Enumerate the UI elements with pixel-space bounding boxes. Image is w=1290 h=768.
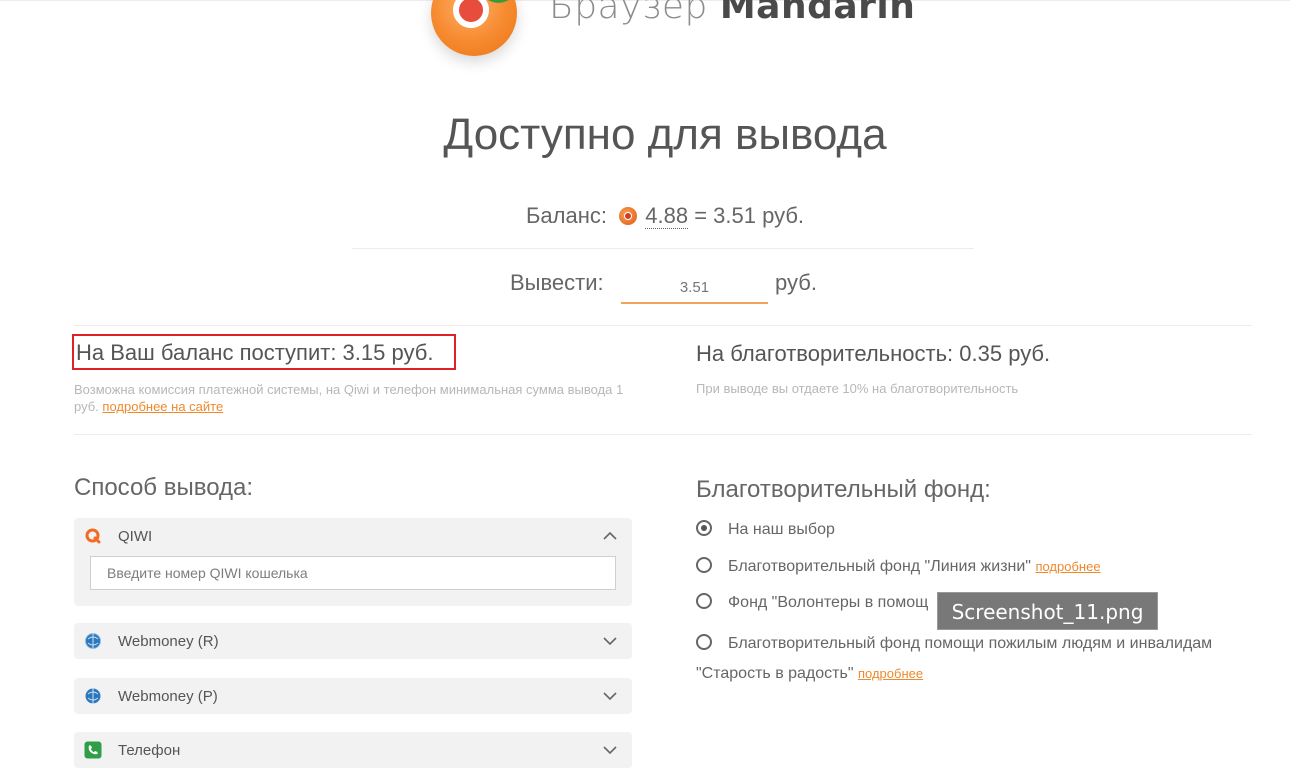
charity-title: Благотворительный фонд: (696, 476, 991, 503)
receive-amount: На Ваш баланс поступит: 3.15 руб. (72, 334, 456, 370)
charity-more-link[interactable]: подробнее (1035, 559, 1100, 574)
method-webmoney-r[interactable]: Webmoney (R) (74, 623, 632, 659)
balance-row: Баланс: 4.88 = 3.51 руб. (0, 203, 1290, 229)
method-qiwi-body (74, 554, 632, 602)
charity-note: При выводе вы отдаете 10% на благотворит… (696, 381, 1019, 396)
charity-option-label: Фонд "Волонтеры в помощ (728, 594, 929, 611)
method-webmoney-p-header[interactable]: Webmoney (P) (74, 678, 632, 714)
webmoney-icon (84, 687, 102, 705)
charity-option-label: На наш выбор (728, 521, 835, 538)
radio-checked-icon[interactable] (696, 520, 712, 536)
charity-option-label: Благотворительный фонд помощи пожилым лю… (728, 635, 1213, 652)
withdraw-amount-input[interactable] (621, 272, 768, 304)
receive-note: Возможна комиссия платежной системы, на … (74, 381, 634, 415)
divider (74, 325, 1252, 326)
filename-tooltip: Screenshot_11.png (937, 592, 1158, 630)
method-phone[interactable]: Телефон (74, 732, 632, 768)
balance-rub: = 3.51 руб. (694, 203, 805, 228)
method-qiwi: QIWI (74, 518, 632, 606)
qiwi-icon (84, 527, 102, 545)
qiwi-wallet-input[interactable] (90, 556, 616, 590)
webmoney-icon (84, 632, 102, 650)
charity-option-life-line[interactable]: Благотворительный фонд "Линия жизни" под… (696, 557, 1101, 576)
method-label: Телефон (118, 741, 181, 759)
charity-amount: На благотворительность: 0.35 руб. (696, 341, 1051, 366)
more-on-site-link[interactable]: подробнее на сайте (102, 399, 223, 414)
charity-option-our-choice[interactable]: На наш выбор (696, 520, 835, 539)
divider (74, 434, 1252, 435)
charity-option-volunteers[interactable]: Фонд "Волонтеры в помощ (696, 593, 928, 612)
balance-label: Баланс: (525, 203, 607, 228)
method-phone-header[interactable]: Телефон (74, 732, 632, 768)
page-title: Доступно для вывода (443, 110, 887, 159)
charity-more-link[interactable]: подробнее (858, 666, 923, 681)
chevron-up-icon[interactable] (602, 528, 618, 544)
brand-light: Браузер (549, 0, 708, 27)
mandarin-coin-icon (619, 207, 638, 225)
balance-coins[interactable]: 4.88 (645, 203, 689, 229)
charity-option-label-line2: "Старость в радость" (696, 665, 854, 682)
brand-title: Браузер Mandarin (549, 0, 915, 27)
radio-icon[interactable] (696, 557, 712, 573)
method-label: Webmoney (R) (118, 632, 219, 650)
method-label: Webmoney (P) (118, 687, 218, 705)
charity-option-label: Благотворительный фонд "Линия жизни" (728, 558, 1031, 575)
methods-title: Способ вывода: (74, 474, 254, 501)
method-webmoney-p[interactable]: Webmoney (P) (74, 678, 632, 714)
radio-icon[interactable] (696, 593, 712, 609)
withdraw-label: Вывести: (510, 270, 604, 295)
charity-option-elderly[interactable]: Благотворительный фонд помощи пожилым лю… (696, 629, 1286, 689)
divider (352, 248, 974, 249)
receive-amount-text: На Ваш баланс поступит: 3.15 руб. (76, 340, 434, 365)
chevron-down-icon[interactable] (602, 688, 618, 704)
withdraw-unit: руб. (775, 270, 817, 295)
radio-icon[interactable] (696, 634, 712, 650)
mandarin-logo-icon (431, 0, 517, 56)
chevron-down-icon[interactable] (602, 742, 618, 758)
phone-icon (84, 741, 102, 759)
method-webmoney-r-header[interactable]: Webmoney (R) (74, 623, 632, 659)
method-label: QIWI (118, 527, 153, 545)
brand-bold: Mandarin (719, 0, 916, 27)
chevron-down-icon[interactable] (602, 633, 618, 649)
method-qiwi-header[interactable]: QIWI (74, 518, 632, 554)
